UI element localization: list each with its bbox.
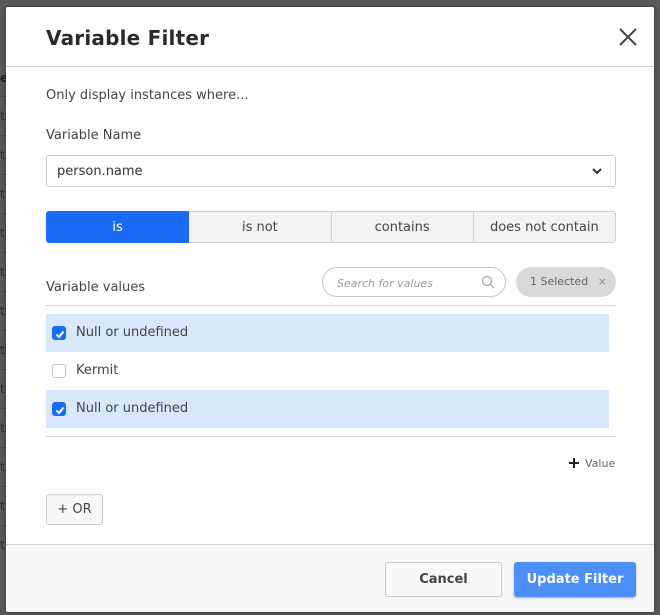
- value-label: Null or undefined: [76, 401, 189, 416]
- variable-values-label: Variable values: [46, 280, 146, 295]
- dialog-footer: Cancel Update Filter: [6, 544, 654, 612]
- intro-text: Only display instances where...: [46, 88, 249, 103]
- dialog-title: Variable Filter: [46, 26, 210, 50]
- checkbox-checked[interactable]: [52, 402, 66, 416]
- plus-icon: [569, 458, 579, 468]
- operator-is[interactable]: is: [46, 211, 190, 243]
- variable-name-label: Variable Name: [46, 128, 142, 143]
- operator-segmented-control: is is not contains does not contain: [46, 211, 616, 243]
- checkbox-unchecked[interactable]: [52, 364, 66, 378]
- clear-selection-icon[interactable]: ×: [598, 275, 607, 288]
- dialog-header: Variable Filter: [6, 7, 654, 67]
- list-item[interactable]: Null or undefined: [46, 390, 609, 428]
- operator-is-not[interactable]: is not: [189, 211, 332, 243]
- list-item[interactable]: Null or undefined: [46, 314, 609, 352]
- search-values-input[interactable]: [337, 274, 477, 292]
- operator-does-not-contain[interactable]: does not contain: [473, 211, 616, 243]
- checkmark-icon: [55, 330, 65, 339]
- variable-name-value: person.name: [57, 164, 143, 179]
- add-or-button[interactable]: + OR: [46, 494, 103, 525]
- checkbox-checked[interactable]: [52, 326, 66, 340]
- close-x-icon: [619, 28, 637, 46]
- operator-contains[interactable]: contains: [331, 211, 474, 243]
- close-button[interactable]: [616, 25, 640, 49]
- cancel-button[interactable]: Cancel: [385, 562, 502, 597]
- search-icon[interactable]: [481, 275, 495, 289]
- add-value-label: Value: [585, 457, 616, 470]
- update-filter-button[interactable]: Update Filter: [514, 562, 636, 597]
- values-top-divider: [46, 305, 616, 306]
- search-values-field: [322, 267, 506, 297]
- checkmark-icon: [55, 406, 65, 415]
- value-label: Null or undefined: [76, 325, 189, 340]
- values-bottom-divider: [46, 436, 616, 437]
- selected-count-pill[interactable]: 1 Selected ×: [516, 267, 616, 297]
- selected-count-label: 1 Selected: [530, 275, 589, 288]
- variable-filter-dialog: Variable Filter Only display instances w…: [6, 7, 654, 612]
- list-item[interactable]: Kermit: [46, 352, 609, 390]
- value-label: Kermit: [76, 363, 119, 378]
- chevron-down-icon: [592, 168, 602, 175]
- variable-name-select[interactable]: person.name: [46, 155, 616, 187]
- values-list: Null or undefined Kermit Null or undefin…: [46, 314, 609, 428]
